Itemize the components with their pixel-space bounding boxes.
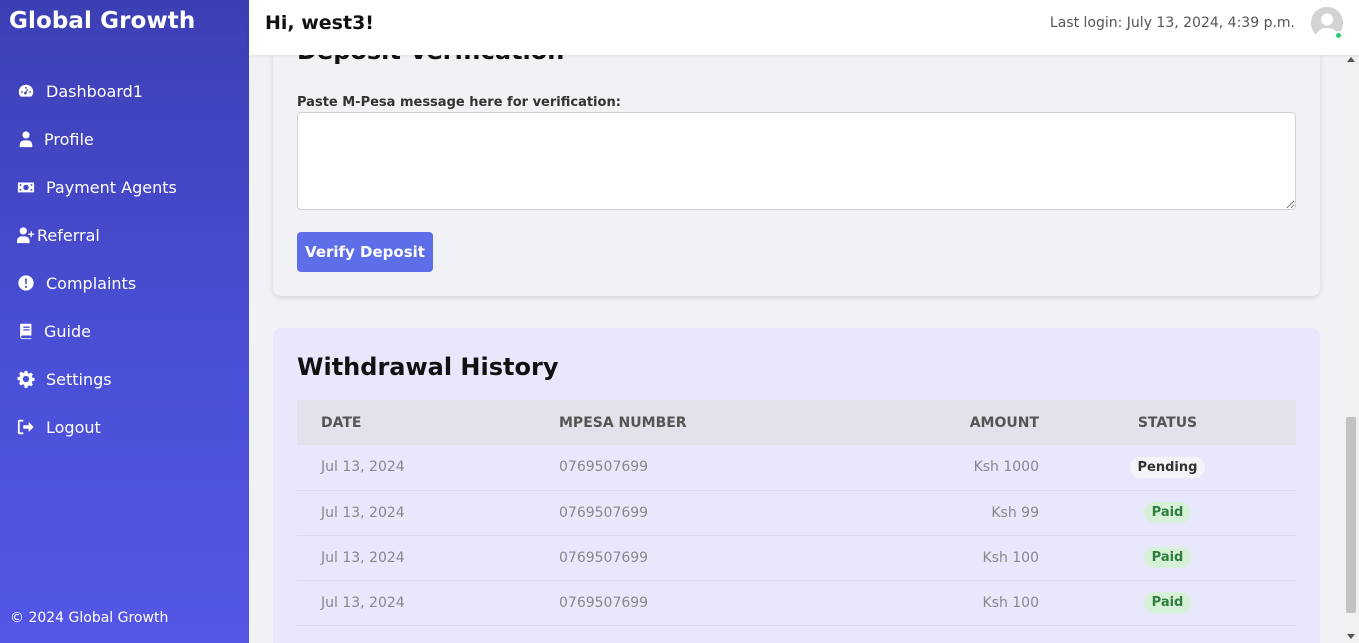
scroll-thumb[interactable]	[1346, 417, 1356, 613]
sidebar-item-dashboard[interactable]: Dashboard1	[0, 67, 249, 115]
mpesa-message-input[interactable]	[297, 112, 1296, 210]
cell-mpesa-number: 0769507699	[559, 445, 889, 491]
sidebar-item-payment-agents[interactable]: Payment Agents	[0, 163, 249, 211]
column-header-mpesa-number: MPESA NUMBER	[559, 414, 687, 431]
greeting: Hi, west3!	[265, 12, 374, 34]
exclamation-circle-icon	[17, 274, 35, 292]
last-login-text: Last login: July 13, 2024, 4:39 p.m.	[1049, 15, 1295, 31]
cell-mpesa-number: 0769507699	[559, 490, 889, 536]
sidebar-item-label: Profile	[44, 129, 94, 149]
scroll-up-arrow-icon[interactable]	[1347, 57, 1355, 62]
sidebar-nav: Dashboard1 Profile Payment Agents Referr…	[0, 67, 249, 451]
cell-mpesa-number: 0769507699	[559, 580, 889, 626]
sidebar-item-label: Dashboard1	[46, 81, 143, 101]
gauge-icon	[17, 82, 35, 100]
gear-icon	[17, 370, 35, 388]
cell-amount: Ksh 99	[889, 490, 1039, 536]
sidebar-item-complaints[interactable]: Complaints	[0, 259, 249, 307]
top-bar: Hi, west3! Last login: July 13, 2024, 4:…	[249, 0, 1359, 55]
sidebar-item-profile[interactable]: Profile	[0, 115, 249, 163]
user-plus-icon	[17, 226, 35, 244]
table-row: Jul 13, 2024 0769507699 Ksh 100 Paid	[297, 580, 1296, 626]
cell-mpesa-number: 0769507699	[559, 535, 889, 581]
cell-amount: Ksh 1000	[889, 445, 1039, 491]
mpesa-message-label: Paste M-Pesa message here for verificati…	[297, 95, 621, 110]
page-scrollbar[interactable]	[1343, 55, 1359, 643]
sidebar-item-label: Payment Agents	[46, 177, 177, 197]
table-row: Jul 13, 2024 0769507699 Ksh 99 Paid	[297, 490, 1296, 536]
sidebar-item-label: Settings	[46, 369, 112, 389]
copyright-footer: © 2024 Global Growth	[10, 610, 169, 626]
user-icon	[17, 130, 35, 148]
brand-logo-text[interactable]: Global Growth	[9, 8, 195, 34]
column-header-status: STATUS	[1137, 414, 1198, 431]
sidebar-item-logout[interactable]: Logout	[0, 403, 249, 451]
sidebar-item-referral[interactable]: Referral	[0, 211, 249, 259]
cell-date: Jul 13, 2024	[297, 490, 559, 536]
book-icon	[17, 322, 35, 340]
column-header-amount: AMOUNT	[969, 414, 1039, 431]
sidebar-item-label: Complaints	[46, 273, 137, 293]
deposit-verification-card: Deposit Verification Paste M-Pesa messag…	[273, 55, 1320, 296]
status-badge: Paid	[1143, 592, 1192, 613]
sidebar: Global Growth Dashboard1 Profile Payment…	[0, 0, 249, 643]
sign-out-icon	[17, 418, 35, 436]
sidebar-item-settings[interactable]: Settings	[0, 355, 249, 403]
money-icon	[17, 178, 35, 196]
cell-date: Jul 13, 2024	[297, 580, 559, 626]
cell-amount: Ksh 100	[889, 535, 1039, 581]
sidebar-item-guide[interactable]: Guide	[0, 307, 249, 355]
cell-amount: Ksh 100	[889, 580, 1039, 626]
table-row: Jul 13, 2024 0769507699 Ksh 100 Paid	[297, 535, 1296, 581]
status-badge: Paid	[1143, 502, 1192, 523]
sidebar-item-label: Guide	[44, 321, 91, 341]
withdrawal-title: Withdrawal History	[297, 353, 559, 381]
sidebar-item-label: Logout	[46, 417, 101, 437]
status-badge: Paid	[1143, 547, 1192, 568]
withdrawal-history-card: Withdrawal History DATE MPESA NUMBER AMO…	[273, 328, 1320, 643]
verify-deposit-button[interactable]: Verify Deposit	[297, 232, 433, 272]
status-badge: Pending	[1129, 456, 1206, 478]
column-header-date: DATE	[321, 414, 362, 431]
table-header-row: DATE MPESA NUMBER AMOUNT STATUS	[297, 400, 1296, 445]
scroll-down-arrow-icon[interactable]	[1347, 634, 1355, 639]
online-status-dot	[1334, 31, 1343, 40]
deposit-title: Deposit Verification	[297, 55, 564, 65]
sidebar-item-label: Referral	[37, 225, 100, 245]
cell-date: Jul 13, 2024	[297, 445, 559, 491]
main-content: Deposit Verification Paste M-Pesa messag…	[249, 55, 1343, 643]
cell-date: Jul 13, 2024	[297, 535, 559, 581]
withdrawal-table: DATE MPESA NUMBER AMOUNT STATUS Jul 13, …	[297, 400, 1296, 626]
table-row: Jul 13, 2024 0769507699 Ksh 1000 Pending	[297, 445, 1296, 491]
